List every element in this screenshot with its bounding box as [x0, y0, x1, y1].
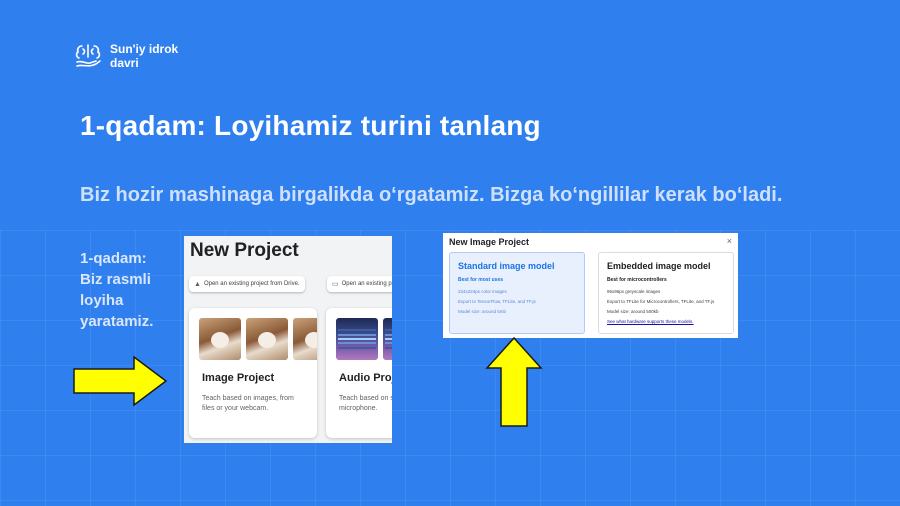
brand-name: Sun'iy idrok davri — [110, 42, 200, 70]
step-line-2: Biz rasmli — [80, 271, 151, 288]
dialog-title: New Image Project — [449, 237, 530, 247]
up-arrow-icon — [485, 336, 543, 427]
step-line-4: yaratamiz. — [80, 313, 154, 330]
standard-model-line-3: Model size: around 5mb — [458, 309, 507, 314]
slide-subtitle: Biz hozir mashinaga birgalikda o‘rgatami… — [80, 184, 783, 206]
hardware-support-link[interactable]: See what hardware supports these models. — [607, 319, 694, 324]
audio-project-title: Audio Proj — [339, 372, 392, 384]
folder-icon: ▭ — [332, 281, 339, 288]
embedded-model-line-2: Export to TFLite for Microcontrollers, T… — [607, 299, 715, 304]
audio-thumbnail-1 — [336, 318, 378, 360]
new-project-screenshot: New Project ▲ Open an existing project f… — [184, 236, 392, 443]
new-image-project-dialog: New Image Project × Standard image model… — [443, 233, 738, 338]
brand-line-1: Sun'iy idrok — [110, 42, 179, 56]
slide: Sun'iy idrok davri 1-qadam: Loyihamiz tu… — [0, 0, 900, 506]
standard-model-line-2: Export to TensorFlow, TFLite, and TF.js — [458, 299, 536, 304]
open-file-button[interactable]: ▭ Open an existing p — [327, 276, 392, 292]
slide-title: 1-qadam: Loyihamiz turini tanlang — [80, 110, 541, 141]
brain-hand-logo-icon — [75, 44, 101, 67]
step-line-1: 1-qadam: — [80, 250, 147, 267]
embedded-model-subtitle: Best for microcontrollers — [607, 277, 667, 283]
image-project-card[interactable]: Image Project Teach based on images, fro… — [189, 308, 317, 438]
dog-thumbnail-1 — [199, 318, 241, 360]
audio-project-card[interactable]: Audio Proj Teach based on sounds, from f… — [326, 308, 392, 438]
embedded-model-line-1: 96x96px greyscale images — [607, 289, 661, 294]
dog-thumbnail-3 — [293, 318, 317, 360]
open-drive-button[interactable]: ▲ Open an existing project from Drive. — [189, 276, 305, 292]
embedded-model-line-3: Model size: around 500kb — [607, 309, 659, 314]
step-description: 1-qadam: Biz rasmli loyiha yaratamiz. — [80, 248, 175, 332]
image-project-title: Image Project — [202, 372, 275, 384]
embedded-image-model-option[interactable]: Embedded image model Best for microcontr… — [598, 252, 734, 334]
dog-thumbnail-2 — [246, 318, 288, 360]
open-file-label: Open an existing p — [341, 281, 392, 287]
standard-model-line-1: 224x224px color images — [458, 289, 507, 294]
standard-model-subtitle: Best for most uses — [458, 277, 504, 283]
brand-logo: Sun'iy idrok davri — [74, 42, 200, 70]
right-arrow-icon — [73, 355, 168, 407]
open-drive-label: Open an existing project from Drive. — [203, 281, 300, 287]
embedded-model-title: Embedded image model — [607, 261, 711, 271]
standard-model-title: Standard image model — [458, 261, 555, 271]
step-line-3: loyiha — [80, 292, 124, 309]
standard-image-model-option[interactable]: Standard image model Best for most uses … — [449, 252, 585, 334]
audio-thumbnail-2 — [383, 318, 392, 360]
image-project-desc: Teach based on images, from files or you… — [202, 395, 294, 412]
close-icon[interactable]: × — [727, 236, 732, 246]
audio-project-desc: Teach based on sounds, from file microph… — [339, 395, 392, 412]
brand-line-2: davri — [110, 56, 139, 70]
new-project-title: New Project — [190, 240, 299, 261]
google-drive-icon: ▲ — [194, 280, 201, 288]
